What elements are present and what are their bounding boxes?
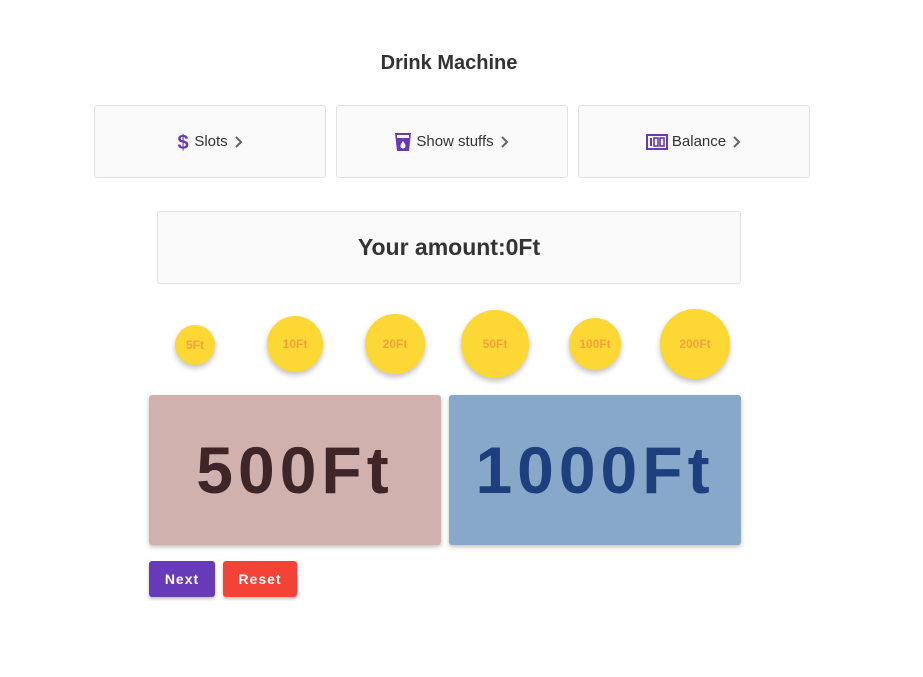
coin-20ft-button[interactable]: 20Ft — [365, 314, 425, 374]
svg-text:$: $ — [178, 132, 189, 152]
show-stuffs-menu-card[interactable]: Show stuffs — [336, 105, 568, 178]
balance-counter-icon — [645, 133, 668, 150]
show-stuffs-label: Show stuffs — [416, 133, 494, 150]
amount-value: 0Ft — [505, 234, 541, 260]
reset-button[interactable]: Reset — [223, 561, 297, 597]
amount-display: Your amount: 0Ft — [157, 211, 741, 284]
coin-10ft-button[interactable]: 10Ft — [267, 316, 323, 372]
page-title: Drink Machine — [380, 52, 518, 74]
note-500ft-button[interactable]: 500Ft — [149, 395, 441, 545]
amount-label: Your amount: — [357, 234, 506, 260]
coin-200ft-button[interactable]: 200Ft — [660, 309, 730, 379]
coin-100ft-button[interactable]: 100Ft — [569, 318, 621, 370]
next-button[interactable]: Next — [149, 561, 215, 597]
coin-50ft-button[interactable]: 50Ft — [461, 310, 529, 378]
slots-menu-card[interactable]: $ Slots — [94, 105, 326, 178]
coin-5ft-button[interactable]: 5Ft — [175, 325, 215, 365]
chevron-right-icon — [500, 135, 510, 149]
slots-label: Slots — [194, 133, 228, 150]
chevron-right-icon — [234, 135, 244, 149]
balance-menu-card[interactable]: Balance — [578, 105, 810, 178]
dollar-icon: $ — [176, 132, 190, 152]
drink-cup-icon — [394, 132, 412, 152]
balance-label: Balance — [671, 133, 727, 150]
note-1000ft-button[interactable]: 1000Ft — [449, 395, 741, 545]
chevron-right-icon — [732, 135, 742, 149]
